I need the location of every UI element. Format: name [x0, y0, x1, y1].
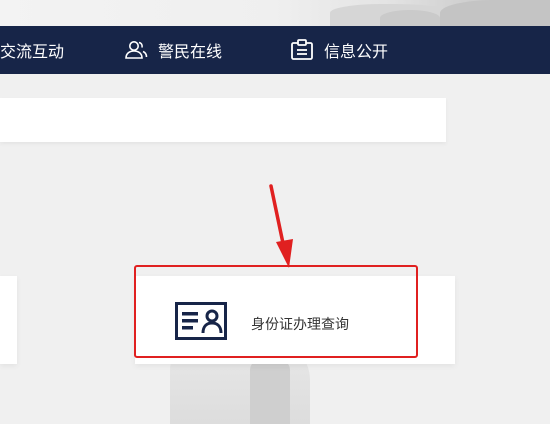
- nav-item-label: 交流互动: [0, 42, 65, 61]
- users-icon: [124, 40, 148, 60]
- clipboard-icon: [290, 39, 314, 61]
- service-card-partial[interactable]: [0, 276, 17, 364]
- background-rock: [440, 0, 550, 26]
- service-card-label: 身份证办理查询: [251, 317, 349, 333]
- search-input[interactable]: [0, 98, 446, 142]
- nav-item-label: 警民在线: [158, 42, 223, 61]
- annotation-arrow-icon: [262, 184, 296, 274]
- nav-item-info-disclosure[interactable]: 信息公开: [290, 26, 388, 74]
- background-rock: [380, 10, 440, 26]
- background-statue: [250, 360, 290, 424]
- service-card-id-card-query[interactable]: 身份证办理查询: [135, 276, 455, 364]
- top-navbar: 交流互动 警民在线 信息公开: [0, 26, 550, 74]
- nav-item-interaction[interactable]: 交流互动: [0, 26, 64, 74]
- nav-item-label: 信息公开: [324, 42, 389, 61]
- id-card-icon: [175, 302, 227, 344]
- nav-item-police-online[interactable]: 警民在线: [124, 26, 222, 74]
